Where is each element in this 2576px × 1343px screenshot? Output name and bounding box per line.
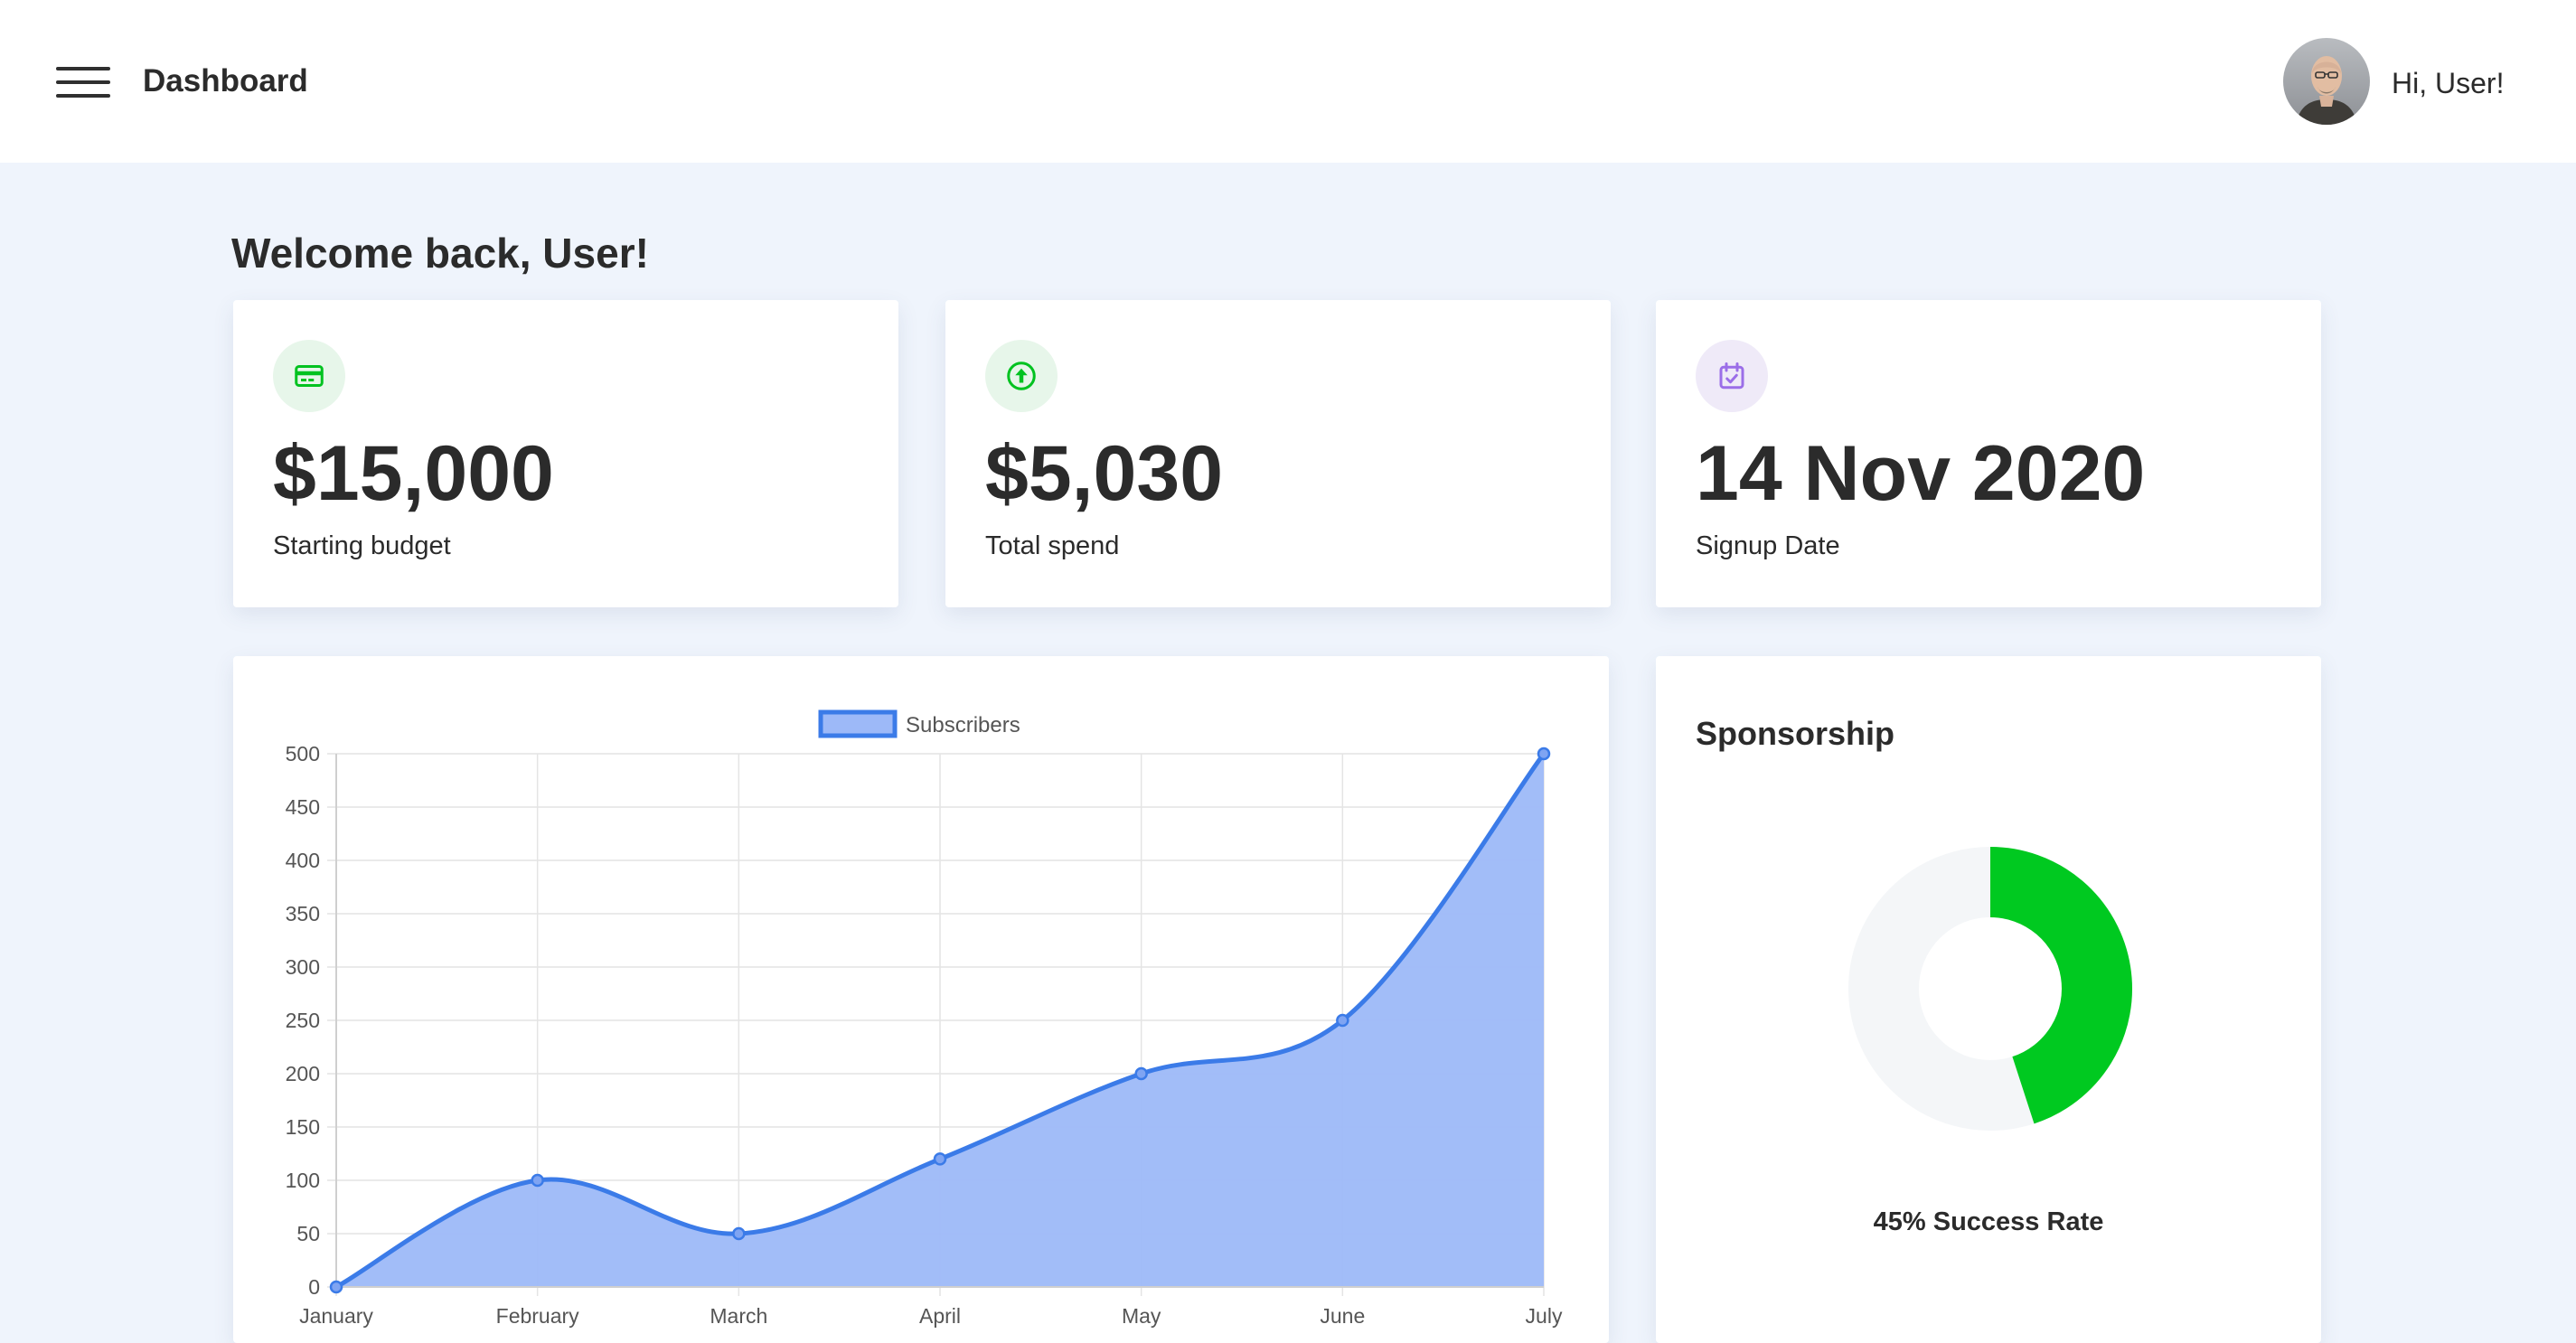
data-point (1336, 1013, 1349, 1028)
y-tick-label: 200 (286, 1062, 320, 1085)
data-point (732, 1226, 746, 1241)
success-rate-caption: 45% Success Rate (1873, 1207, 2104, 1236)
calendar-check-icon (1696, 340, 1768, 412)
x-tick-label: February (496, 1304, 580, 1328)
x-tick-label: May (1122, 1304, 1161, 1328)
success-rate-donut (1848, 847, 2132, 1131)
x-tick-label: June (1320, 1304, 1365, 1328)
x-tick-label: July (1526, 1304, 1563, 1328)
starting-budget-card: $15,000 Starting budget (233, 300, 898, 607)
credit-card-icon (273, 340, 345, 412)
legend-label: Subscribers (906, 713, 1020, 737)
total-spend-card: $5,030 Total spend (945, 300, 1611, 607)
hamburger-menu-icon[interactable] (56, 67, 110, 98)
stat-label: Signup Date (1696, 531, 1840, 560)
y-tick-label: 250 (286, 1009, 320, 1032)
y-tick-label: 450 (286, 795, 320, 819)
y-tick-label: 350 (286, 902, 320, 925)
x-tick-label: April (919, 1304, 961, 1328)
data-point (531, 1173, 544, 1188)
data-point (1134, 1066, 1148, 1081)
subscribers-chart-card: 0 50 100 150 200 250 300 350 400 450 500 January Feb… (233, 656, 1609, 1343)
y-tick-label: 100 (286, 1169, 320, 1192)
stat-label: Starting budget (273, 531, 451, 560)
arrow-up-circle-icon (985, 340, 1058, 412)
sponsorship-card: Sponsorship 45% Success Rate (1656, 656, 2321, 1343)
data-point (329, 1280, 343, 1294)
legend-swatch (818, 709, 898, 738)
data-point (1537, 747, 1551, 761)
y-tick-label: 500 (286, 742, 320, 765)
y-tick-label: 400 (286, 849, 320, 872)
top-navbar: Dashboard Hi, User! (0, 0, 2576, 163)
stat-value: 14 Nov 2020 (1696, 430, 2146, 517)
y-tick-label: 150 (286, 1115, 320, 1139)
user-greeting[interactable]: Hi, User! (2392, 65, 2504, 101)
avatar[interactable] (2283, 38, 2370, 125)
y-tick-label: 300 (286, 955, 320, 979)
y-tick-label: 0 (308, 1275, 320, 1299)
app-title: Dashboard (143, 63, 308, 99)
stat-label: Total spend (985, 531, 1120, 560)
y-tick-label: 50 (296, 1222, 320, 1245)
signup-date-card: 14 Nov 2020 Signup Date (1656, 300, 2321, 607)
welcome-heading: Welcome back, User! (231, 230, 649, 277)
stat-value: $5,030 (985, 430, 1224, 517)
subscribers-chart: 0 50 100 150 200 250 300 350 400 450 500 January Feb… (286, 709, 1563, 1328)
x-tick-label: March (710, 1304, 767, 1328)
data-point (933, 1152, 947, 1166)
x-tick-label: January (299, 1304, 373, 1328)
stat-value: $15,000 (273, 430, 554, 517)
